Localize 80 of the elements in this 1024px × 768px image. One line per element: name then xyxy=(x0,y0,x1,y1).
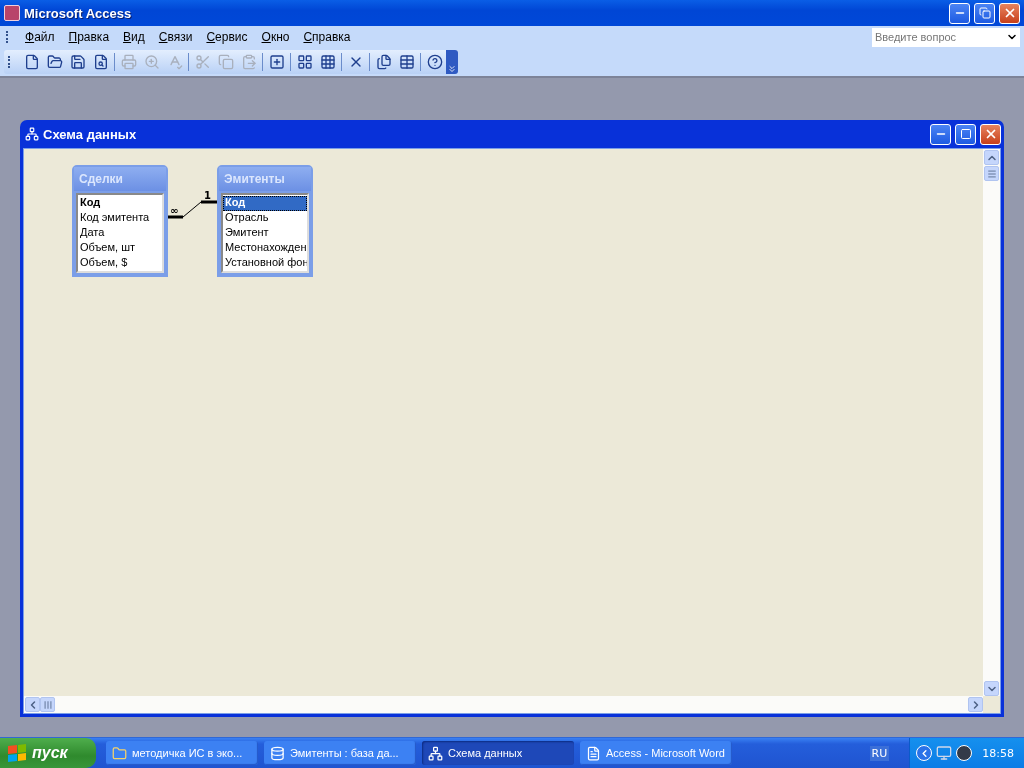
field-item[interactable]: Код xyxy=(78,196,162,211)
start-button[interactable]: пуск xyxy=(0,738,96,768)
menu-item[interactable]: Вид xyxy=(116,28,152,46)
windows-flag-icon xyxy=(8,744,26,762)
diagram-icon xyxy=(428,745,443,761)
taskbar-button[interactable]: методичка ИС в эко... xyxy=(106,741,258,765)
expand-tray-button[interactable] xyxy=(916,745,933,761)
copy-icon xyxy=(217,54,234,70)
scroll-down-button[interactable] xyxy=(984,681,999,696)
tray-app-icon[interactable] xyxy=(956,745,973,761)
zoom-icon xyxy=(143,54,160,70)
maximize-icon xyxy=(959,128,972,140)
scroll-thumb[interactable] xyxy=(40,697,55,712)
field-item[interactable]: Эмитент xyxy=(223,226,307,241)
help-icon xyxy=(426,54,443,70)
restore-button[interactable] xyxy=(974,2,995,24)
menu-item[interactable]: Файл xyxy=(18,28,62,46)
window-title: Microsoft Access xyxy=(24,5,133,21)
field-item[interactable]: Установной фон xyxy=(223,256,307,271)
grid-icon xyxy=(296,54,313,70)
menu-item[interactable]: Правка xyxy=(61,28,117,46)
field-item[interactable]: Отрасль xyxy=(223,211,307,226)
paste-icon xyxy=(240,54,257,70)
open-folder-icon xyxy=(46,54,63,70)
database-icon xyxy=(270,745,285,761)
close-button[interactable] xyxy=(999,2,1020,24)
table-title: Эмитенты xyxy=(219,167,311,191)
field-item[interactable]: Объем, $ xyxy=(78,256,162,271)
chevron-icon xyxy=(447,64,457,74)
minimize-button[interactable] xyxy=(930,123,951,145)
diagram-icon xyxy=(25,127,39,141)
taskbar-button[interactable]: Эмитенты : база да... xyxy=(264,741,416,765)
menu-item[interactable]: Сервис xyxy=(199,28,255,46)
save-icon xyxy=(69,54,86,70)
field-item[interactable]: Код эмитента xyxy=(78,211,162,226)
taskbar-button[interactable]: Access - Microsoft Word xyxy=(580,741,732,765)
files-icon xyxy=(375,54,392,70)
minimize-button[interactable] xyxy=(949,2,970,24)
clock: 18:58 xyxy=(982,746,1014,760)
one-label: 1 xyxy=(204,191,211,201)
window-title: Схема данных xyxy=(43,126,138,142)
field-item[interactable]: Код xyxy=(223,196,307,211)
field-item[interactable]: Местонахожден xyxy=(223,241,307,256)
grip-icon[interactable] xyxy=(6,31,10,43)
table-card[interactable]: Эмитенты Код Отрасль Эмитент Местонахожден Установной фон xyxy=(217,165,313,277)
table-card[interactable]: Сделки Код Код эмитента Дата Объем, шт Объем, $ xyxy=(72,165,168,277)
restore-icon xyxy=(978,7,991,19)
vertical-scrollbar[interactable] xyxy=(983,149,1000,696)
folder-icon xyxy=(112,745,127,761)
scroll-left-button[interactable] xyxy=(25,697,40,712)
app-icon xyxy=(4,5,20,21)
table-icon xyxy=(398,54,415,70)
file-search-icon xyxy=(92,54,109,70)
scroll-right-button[interactable] xyxy=(968,697,983,712)
grip-icon[interactable] xyxy=(8,56,12,68)
relationship-line[interactable] xyxy=(168,200,217,219)
taskbar-button[interactable]: Схема данных xyxy=(422,741,574,765)
word-icon xyxy=(586,745,601,761)
menu-item[interactable]: Справка xyxy=(296,28,358,46)
print-icon xyxy=(120,54,137,70)
add-table-icon xyxy=(268,54,285,70)
grip-icon xyxy=(42,699,53,710)
new-file-icon xyxy=(23,54,40,70)
menu-item[interactable]: Окно xyxy=(254,28,297,46)
many-label: ∞ xyxy=(170,206,179,216)
dropdown-button[interactable] xyxy=(1004,27,1020,47)
maximize-button[interactable] xyxy=(955,123,976,145)
close-button[interactable] xyxy=(980,123,1001,145)
language-indicator[interactable]: RU xyxy=(869,745,890,761)
grip-icon xyxy=(986,168,997,179)
scroll-thumb[interactable] xyxy=(984,166,999,181)
field-item[interactable]: Дата xyxy=(78,226,162,241)
grid-icon xyxy=(319,54,336,70)
menu-item[interactable]: Связи xyxy=(151,28,200,46)
help-search-field[interactable]: Введите вопрос xyxy=(872,27,1004,47)
field-item[interactable]: Объем, шт xyxy=(78,241,162,256)
horizontal-scrollbar[interactable] xyxy=(24,696,983,713)
cut-icon xyxy=(194,54,211,70)
scroll-up-button[interactable] xyxy=(984,150,999,165)
table-title: Сделки xyxy=(74,167,166,191)
